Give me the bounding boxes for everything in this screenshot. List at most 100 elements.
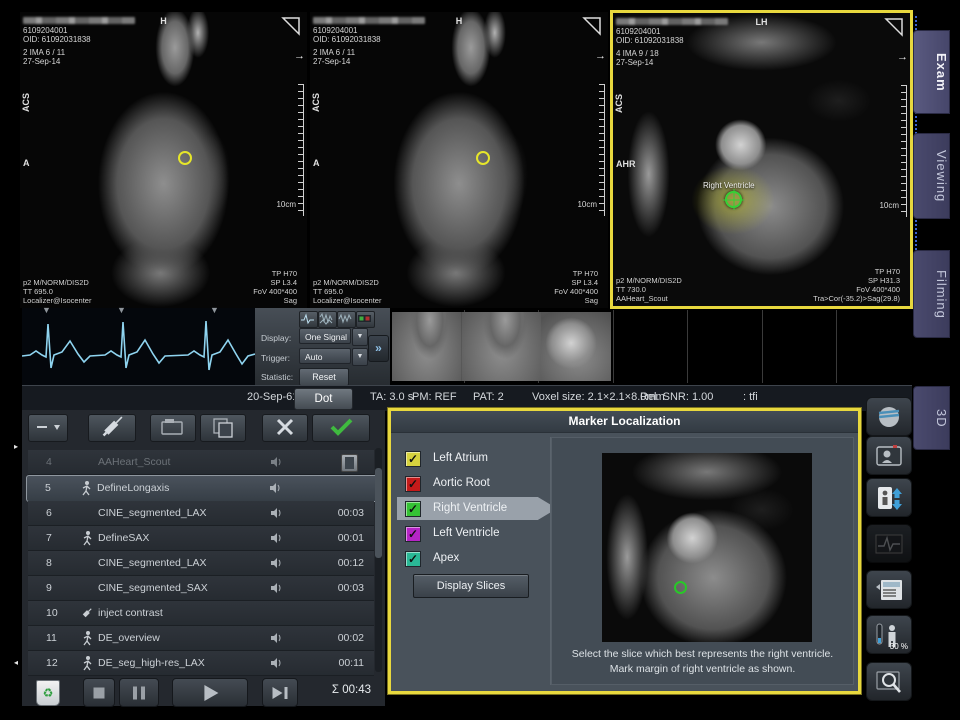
marker-right-ventricle-selected[interactable]: ✓ Right Ventricle xyxy=(397,497,557,520)
inject-contrast-button[interactable] xyxy=(88,414,136,442)
open-protocol-button[interactable] xyxy=(150,414,196,442)
play-button[interactable] xyxy=(172,678,248,707)
orientation-side: ACS xyxy=(21,93,31,112)
mri-panel-1[interactable]: 6109204001 OID: 61092031838 2 IMA 6 / 11… xyxy=(20,12,307,308)
confirm-button[interactable] xyxy=(312,414,370,442)
protocol-row-5-selected[interactable]: 5 DefineLongaxis xyxy=(26,475,380,502)
sar-level-button[interactable]: 30 % xyxy=(866,615,912,654)
tab-filming[interactable]: Filming xyxy=(913,250,950,338)
row-name: DE_overview xyxy=(98,632,160,644)
sound-icon xyxy=(269,556,283,570)
image-review-button[interactable] xyxy=(866,436,912,475)
head-icon xyxy=(875,403,903,431)
protocol-info-button[interactable] xyxy=(866,570,912,609)
person-icon xyxy=(80,655,94,671)
marker-left-atrium[interactable]: ✓ Left Atrium xyxy=(397,447,547,470)
protocol-row-7[interactable]: 7 DefineSAX 00:01 xyxy=(28,526,374,551)
mri-panel-2[interactable]: 6109204001 OID: 61092031838 2 IMA 6 / 11… xyxy=(310,12,608,308)
pause-button[interactable] xyxy=(119,678,159,707)
thumb-image xyxy=(392,312,462,381)
ecg-waveform xyxy=(22,308,255,385)
recycle-bin-icon[interactable]: ♻ xyxy=(36,680,60,706)
slice-nav-arrow-icon[interactable]: → xyxy=(897,51,908,63)
signal-status-icon[interactable] xyxy=(356,311,375,328)
image-icon xyxy=(875,444,903,468)
thumbnail-2[interactable] xyxy=(465,310,540,383)
thumbnail-3[interactable] xyxy=(539,310,614,383)
trigger-select-arrow-icon[interactable]: ▼ xyxy=(352,348,368,366)
row-name: inject contrast xyxy=(98,607,163,619)
display-select-arrow-icon[interactable]: ▼ xyxy=(352,328,368,346)
tab-viewing[interactable]: Viewing xyxy=(913,133,950,219)
checkbox-left-atrium[interactable]: ✓ xyxy=(405,451,421,467)
expand-physio-button[interactable]: » xyxy=(368,335,389,362)
corner-rotate-icon[interactable] xyxy=(281,16,301,36)
sound-icon xyxy=(269,531,283,545)
reference-image[interactable] xyxy=(602,453,812,642)
stop-button[interactable] xyxy=(83,678,115,707)
thumbnail-empty[interactable] xyxy=(688,310,763,383)
marker-apex[interactable]: ✓ Apex xyxy=(397,547,547,570)
copy-protocol-button[interactable] xyxy=(200,414,246,442)
protocol-row-10[interactable]: 10 inject contrast xyxy=(28,601,374,626)
protocol-row-12[interactable]: 12 DE_seg_high-res_LAX 00:11 xyxy=(28,651,374,676)
protocol-row-4[interactable]: 4 AAHeart_Scout xyxy=(28,450,374,475)
mri-panel-3-selected[interactable]: 6109204001 OID: 61092031838 4 IMA 9 / 18… xyxy=(610,10,913,309)
one-signal-icon[interactable] xyxy=(299,311,318,328)
corner-rotate-icon[interactable] xyxy=(582,16,602,36)
checkbox-apex[interactable]: ✓ xyxy=(405,551,421,567)
patient-position-button[interactable] xyxy=(866,478,912,517)
checkbox-right-ventricle[interactable]: ✓ xyxy=(405,501,421,517)
head-position-button[interactable] xyxy=(866,397,912,436)
thumbnail-1[interactable] xyxy=(390,310,465,383)
cancel-button[interactable] xyxy=(262,414,308,442)
image-footer-right: TP H70SP L3.4FoV 400*400Sag xyxy=(253,269,297,305)
physio-signal-button[interactable] xyxy=(866,524,912,563)
checkbox-left-ventricle[interactable]: ✓ xyxy=(405,526,421,542)
scale-label: 10cm xyxy=(276,200,296,209)
protocol-scrollbar[interactable] xyxy=(375,448,382,672)
queue-mode-dropdown[interactable] xyxy=(28,414,68,442)
table-move-icon xyxy=(875,484,903,512)
total-time: Σ 00:43 xyxy=(332,684,371,696)
corner-rotate-icon[interactable] xyxy=(884,17,904,37)
row-duration: 00:03 xyxy=(338,507,364,519)
oid: OID: 61092031838 xyxy=(313,35,425,44)
marker-aortic-root[interactable]: ✓ Aortic Root xyxy=(397,472,547,495)
right-ventricle-marker-icon[interactable] xyxy=(725,191,742,208)
protocol-row-11[interactable]: 11 DE_overview 00:02 xyxy=(28,626,374,651)
protocol-row-9[interactable]: 9 CINE_segmented_SAX 00:03 xyxy=(28,576,374,601)
image-header: 6109204001 OID: 61092031838 2 IMA 6 / 11… xyxy=(23,15,135,66)
slice-nav-arrow-icon[interactable]: → xyxy=(294,50,305,62)
row-number: 5 xyxy=(45,482,65,494)
all-signals-icon[interactable] xyxy=(318,311,337,328)
thumbnail-empty[interactable] xyxy=(837,310,912,383)
row-name: CINE_segmented_LAX xyxy=(98,507,207,519)
dot-button[interactable]: Dot xyxy=(294,388,353,410)
scroll-down-arrow-icon[interactable]: ◂ xyxy=(14,658,18,667)
exam-date: 20-Sep-61 xyxy=(247,391,298,403)
reset-button[interactable]: Reset xyxy=(299,368,349,386)
checkbox-aortic-root[interactable]: ✓ xyxy=(405,476,421,492)
thumbnail-empty[interactable] xyxy=(763,310,838,383)
tab-exam[interactable]: Exam xyxy=(913,30,950,114)
trigger-select[interactable]: Auto xyxy=(299,348,351,364)
browse-search-button[interactable] xyxy=(866,662,912,701)
waveform-icon xyxy=(875,534,903,554)
thumbnail-empty[interactable] xyxy=(614,310,689,383)
tab-3d[interactable]: 3D xyxy=(913,386,950,450)
test-signal-icon[interactable] xyxy=(337,311,356,328)
image-footer-right: TP H70SP L3.4FoV 400*400Sag xyxy=(554,269,598,305)
skip-to-end-button[interactable] xyxy=(262,678,298,707)
isocenter-marker-icon xyxy=(476,151,490,165)
orientation-mid: A xyxy=(313,158,320,168)
protocol-row-6[interactable]: 6 CINE_segmented_LAX 00:03 xyxy=(28,501,374,526)
marker-left-ventricle[interactable]: ✓ Left Ventricle xyxy=(397,522,547,545)
document-list-icon xyxy=(874,578,904,602)
sar-value: 30 % xyxy=(890,642,908,651)
scroll-up-arrow-icon[interactable]: ▸ xyxy=(14,442,18,451)
display-slices-button[interactable]: Display Slices xyxy=(413,574,529,598)
protocol-row-8[interactable]: 8 CINE_segmented_LAX 00:12 xyxy=(28,551,374,576)
display-select[interactable]: One Signal xyxy=(299,328,351,344)
slice-nav-arrow-icon[interactable]: → xyxy=(595,50,606,62)
